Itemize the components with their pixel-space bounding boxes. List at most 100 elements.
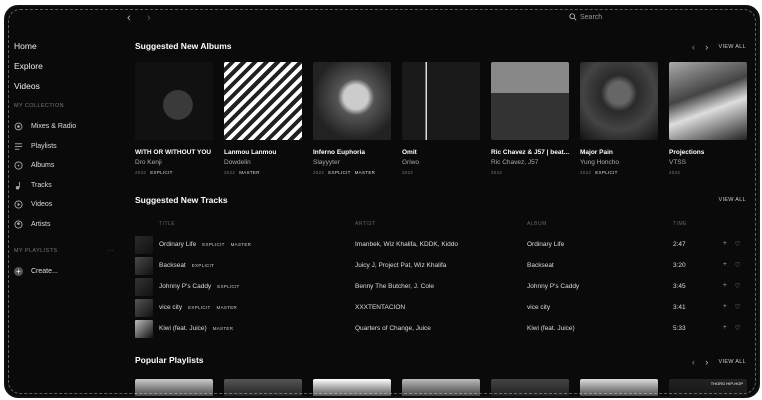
track-artist[interactable]: Quarters of Change, Juice: [355, 325, 431, 332]
track-row[interactable]: Kiwi (feat. Juice) MASTER Quarters of Chan…: [135, 319, 758, 339]
search-input[interactable]: Search: [580, 14, 602, 21]
track-thumbnail[interactable]: [135, 299, 153, 317]
track-album[interactable]: Johnny P's Caddy: [527, 283, 579, 290]
album-title[interactable]: Inferno Euphoria: [313, 149, 391, 156]
track-row[interactable]: Backseat EXPLICIT Juicy J, Project Pat, Wi…: [135, 256, 758, 276]
playlists-more-button[interactable]: ···: [107, 248, 114, 254]
playlists-next-button[interactable]: ›: [705, 357, 708, 367]
nav-explore[interactable]: Explore: [14, 61, 124, 71]
album-year: 2022: [402, 170, 414, 175]
sidebar-item-tracks[interactable]: Tracks: [14, 176, 124, 196]
track-title[interactable]: vice city: [159, 304, 182, 311]
playlist-card[interactable]: THORO HIP-HOP: [669, 379, 747, 396]
album-artist[interactable]: Dowdelin: [224, 159, 302, 166]
album-card[interactable]: Projections VTSS 2022: [669, 62, 747, 175]
add-icon[interactable]: +: [723, 303, 727, 311]
album-artist[interactable]: Dro Kenji: [135, 159, 213, 166]
album-cover[interactable]: [402, 62, 480, 140]
track-badge: EXPLICIT: [191, 263, 215, 268]
add-icon[interactable]: +: [723, 324, 727, 332]
track-artist[interactable]: Benny The Butcher, J. Cole: [355, 283, 434, 290]
album-title[interactable]: Projections: [669, 149, 747, 156]
track-title[interactable]: Kiwi (feat. Juice): [159, 325, 207, 332]
album-card[interactable]: Lanmou Lanmou Dowdelin 2022 MASTER: [224, 62, 302, 175]
heart-icon[interactable]: ♡: [735, 324, 741, 332]
playlist-card[interactable]: [224, 379, 302, 396]
track-title[interactable]: Backseat: [159, 262, 186, 269]
album-cover[interactable]: [224, 62, 302, 140]
albums-view-all-button[interactable]: VIEW ALL: [719, 44, 746, 50]
add-icon[interactable]: +: [723, 261, 727, 269]
album-cover[interactable]: [135, 62, 213, 140]
create-playlist-button[interactable]: + Create...: [14, 262, 124, 282]
album-title[interactable]: Omit: [402, 149, 480, 156]
album-card[interactable]: Inferno Euphoria Slayyyter 2022 EXPLICIT MAS…: [313, 62, 391, 175]
tracks-view-all-button[interactable]: VIEW ALL: [719, 197, 746, 203]
nav-videos[interactable]: Videos: [14, 81, 124, 91]
track-row[interactable]: Ordinary Life EXPLICIT MASTER Imanbek, Wiz …: [135, 235, 758, 255]
album-artist[interactable]: Slayyyter: [313, 159, 391, 166]
add-icon[interactable]: +: [723, 282, 727, 290]
album-title[interactable]: Ric Chavez & J57 | beat...: [491, 149, 569, 156]
album-meta: 2022: [669, 170, 747, 175]
radio-icon: [14, 122, 23, 131]
playlist-card[interactable]: [313, 379, 391, 396]
heart-icon[interactable]: ♡: [735, 261, 741, 269]
album-cover[interactable]: [669, 62, 747, 140]
album-meta: 2022 EXPLICIT: [135, 170, 213, 175]
track-row[interactable]: vice city EXPLICIT MASTER XXXTENTACION vice …: [135, 298, 758, 318]
track-title[interactable]: Ordinary Life: [159, 241, 196, 248]
album-artist[interactable]: VTSS: [669, 159, 747, 166]
album-card[interactable]: Major Pain Yung Honcho 2022 EXPLICIT: [580, 62, 658, 175]
track-artist[interactable]: Imanbek, Wiz Khalifa, KDDK, Kiddo: [355, 241, 458, 248]
forward-button[interactable]: ›: [147, 12, 151, 24]
heart-icon[interactable]: ♡: [735, 282, 741, 290]
track-badge: MASTER: [230, 242, 252, 247]
track-artist[interactable]: XXXTENTACION: [355, 304, 405, 311]
sidebar-item-mixes-radio[interactable]: Mixes & Radio: [14, 117, 124, 137]
album-artist[interactable]: Ric Chavez, J57: [491, 159, 569, 166]
track-row[interactable]: Johnny P's Caddy EXPLICIT Benny The Butche…: [135, 277, 758, 297]
album-card[interactable]: WITH OR WITHOUT YOU Dro Kenji 2022 EXPLICIT: [135, 62, 213, 175]
track-album[interactable]: Kiwi (feat. Juice): [527, 325, 575, 332]
track-title[interactable]: Johnny P's Caddy: [159, 283, 211, 290]
playlist-card[interactable]: [402, 379, 480, 396]
sidebar-item-artists[interactable]: Artists: [14, 215, 124, 235]
track-thumbnail[interactable]: [135, 278, 153, 296]
album-artist[interactable]: Griwo: [402, 159, 480, 166]
nav-home[interactable]: Home: [14, 41, 124, 51]
album-cover[interactable]: [491, 62, 569, 140]
track-thumbnail[interactable]: [135, 236, 153, 254]
track-thumbnail[interactable]: [135, 257, 153, 275]
col-time: TIME: [673, 221, 687, 227]
album-cover[interactable]: [580, 62, 658, 140]
sidebar-item-videos[interactable]: Videos: [14, 195, 124, 215]
back-button[interactable]: ‹: [127, 12, 131, 24]
album-card[interactable]: Omit Griwo 2022: [402, 62, 480, 175]
track-artist[interactable]: Juicy J, Project Pat, Wiz Khalifa: [355, 262, 446, 269]
sidebar-item-albums[interactable]: Albums: [14, 156, 124, 176]
sidebar-item-playlists[interactable]: Playlists: [14, 137, 124, 157]
search-box[interactable]: Search: [569, 13, 602, 21]
heart-icon[interactable]: ♡: [735, 240, 741, 248]
playlists-prev-button[interactable]: ‹: [692, 357, 695, 367]
album-title[interactable]: WITH OR WITHOUT YOU: [135, 149, 213, 156]
playlist-card[interactable]: [491, 379, 569, 396]
playlist-card[interactable]: [135, 379, 213, 396]
albums-prev-button[interactable]: ‹: [692, 42, 695, 52]
track-album[interactable]: vice city: [527, 304, 550, 311]
track-thumbnail[interactable]: [135, 320, 153, 338]
albums-next-button[interactable]: ›: [705, 42, 708, 52]
album-cover[interactable]: [313, 62, 391, 140]
album-card[interactable]: Ric Chavez & J57 | beat... Ric Chavez, J5…: [491, 62, 569, 175]
playlist-card[interactable]: [580, 379, 658, 396]
track-album[interactable]: Backseat: [527, 262, 554, 269]
track-album[interactable]: Ordinary Life: [527, 241, 564, 248]
heart-icon[interactable]: ♡: [735, 303, 741, 311]
album-title[interactable]: Major Pain: [580, 149, 658, 156]
add-icon[interactable]: +: [723, 240, 727, 248]
tracks-section-title: Suggested New Tracks: [135, 195, 228, 205]
playlists-view-all-button[interactable]: VIEW ALL: [719, 359, 746, 365]
album-title[interactable]: Lanmou Lanmou: [224, 149, 302, 156]
album-artist[interactable]: Yung Honcho: [580, 159, 658, 166]
